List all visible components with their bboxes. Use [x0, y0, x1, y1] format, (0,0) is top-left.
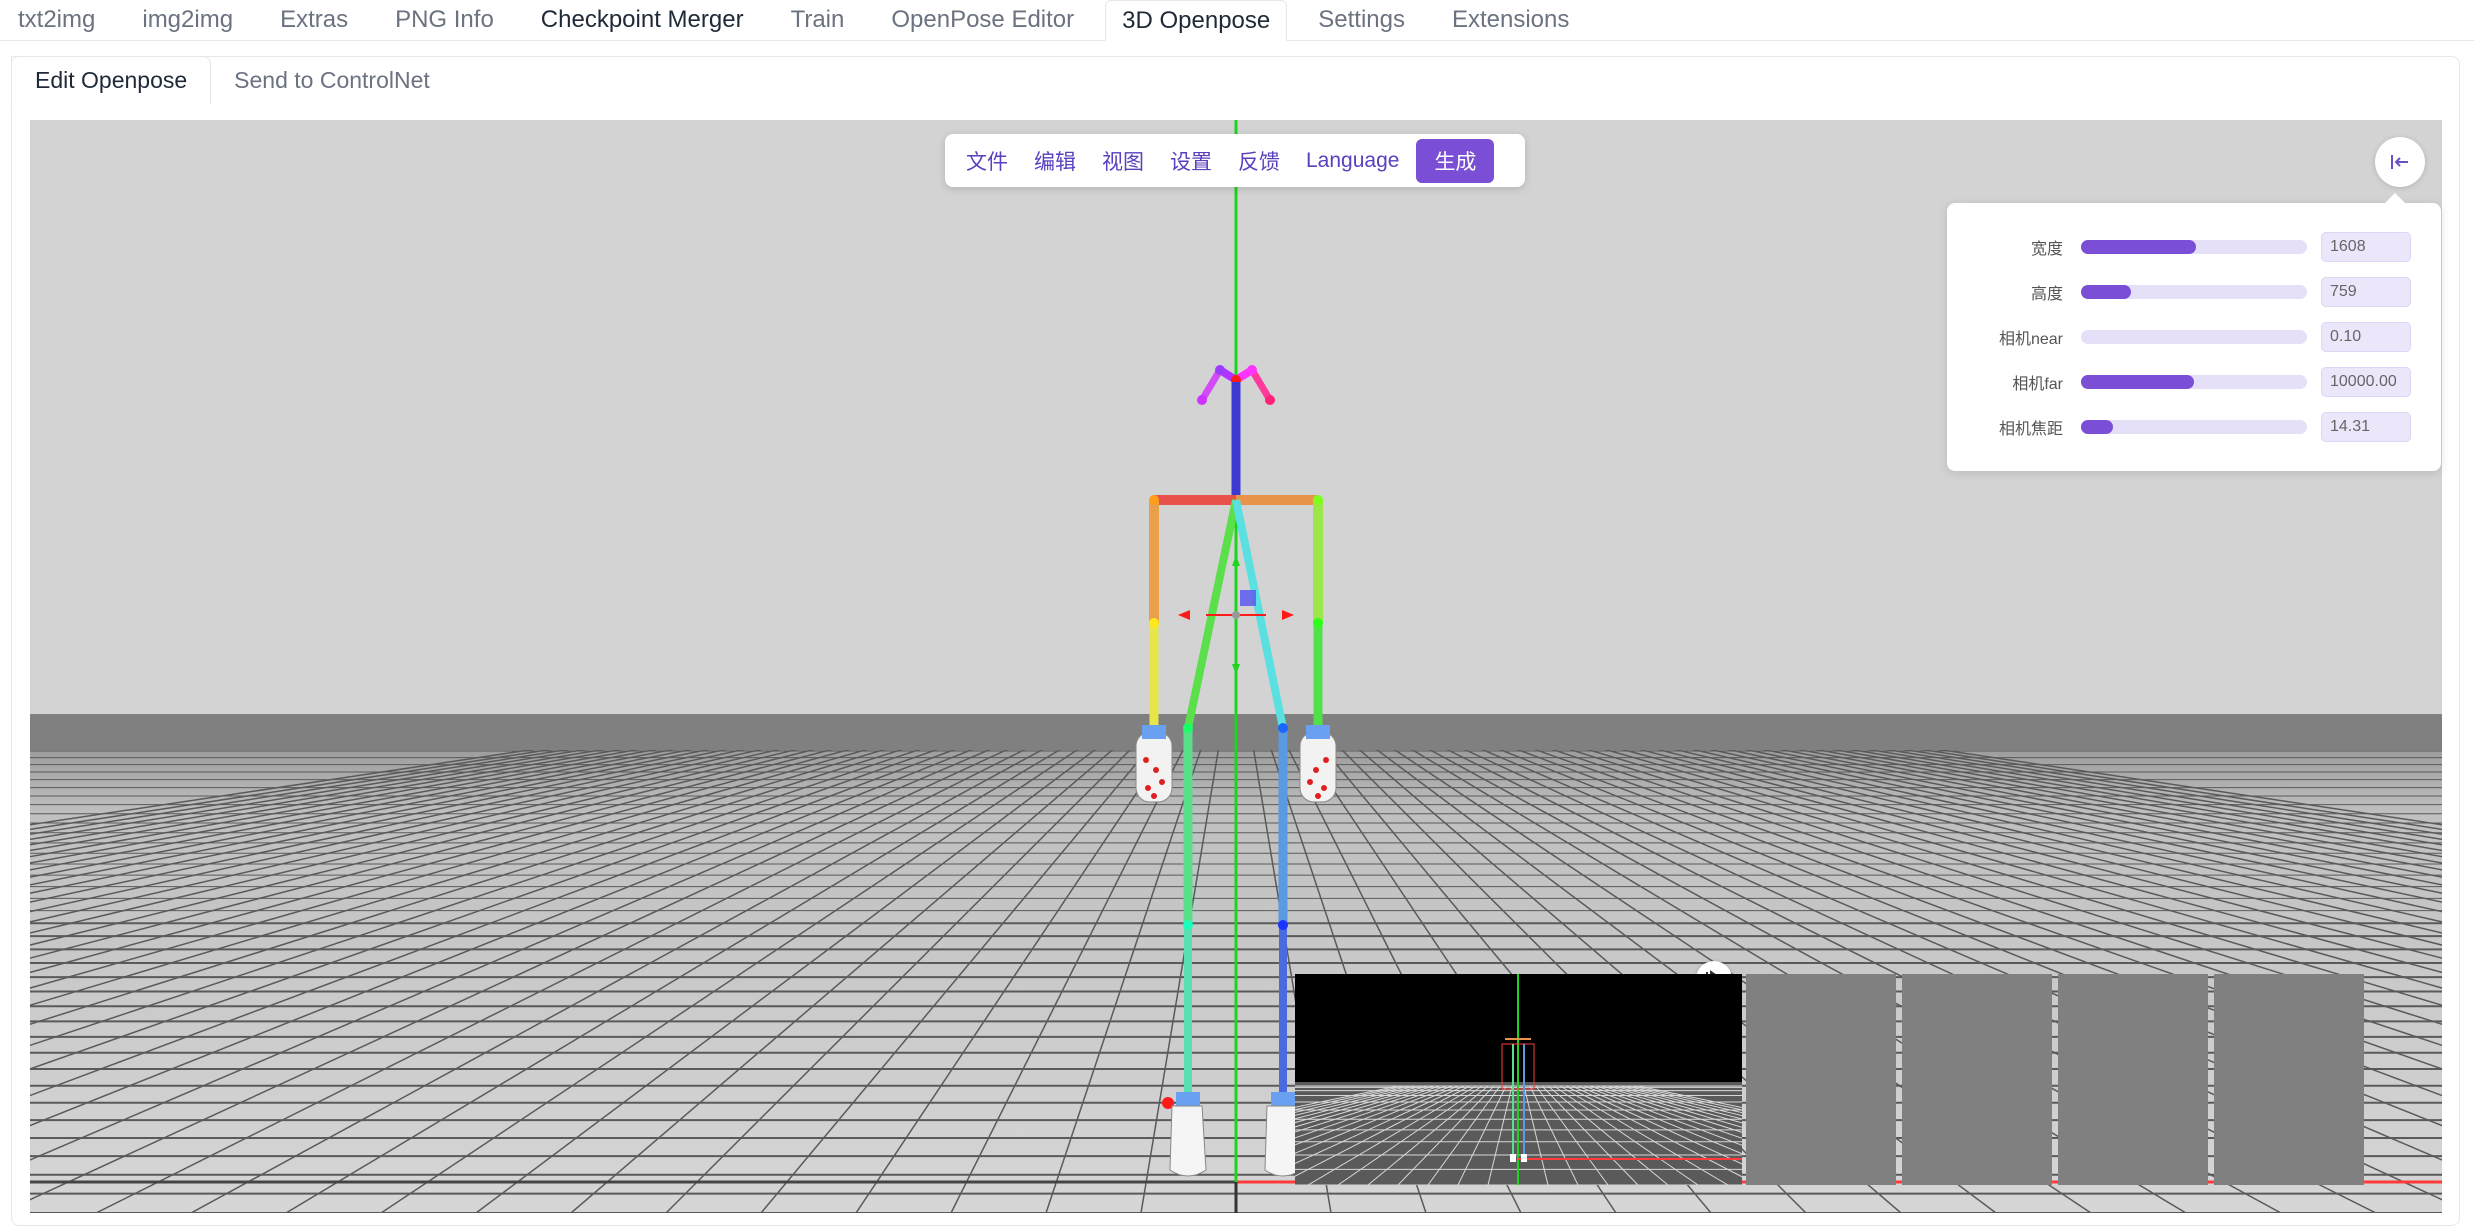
tab-extensions[interactable]: Extensions — [1436, 0, 1585, 40]
sub-tab-bar: Edit Openpose Send to ControlNet — [11, 56, 453, 105]
tab-checkpoint-merger[interactable]: Checkpoint Merger — [525, 0, 760, 40]
setting-label: 相机near — [1998, 331, 2063, 348]
camera-focal-input[interactable]: 14.31 — [2321, 412, 2411, 442]
setting-label: 相机far — [2012, 376, 2063, 393]
preview-render — [1295, 974, 1742, 1185]
tab-txt2img[interactable]: txt2img — [2, 0, 111, 40]
camera-far-input[interactable]: 10000.00 — [2321, 367, 2411, 397]
camera-focal-slider[interactable] — [2081, 420, 2307, 434]
setting-camera-focal: 相机焦距 14.31 — [1947, 411, 2441, 442]
menu-settings[interactable]: 设置 — [1157, 139, 1225, 183]
menu-view[interactable]: 视图 — [1089, 139, 1157, 183]
generate-button[interactable]: 生成 — [1416, 138, 1495, 183]
editor-menu-bar: 文件 编辑 视图 设置 反馈 Language 生成 — [945, 134, 1525, 187]
pose-preview-canny[interactable] — [2058, 974, 2208, 1185]
menu-feedback[interactable]: 反馈 — [1225, 139, 1293, 183]
camera-near-slider[interactable] — [2081, 330, 2307, 344]
tab-img2img[interactable]: img2img — [126, 0, 249, 40]
tab-openpose-editor[interactable]: OpenPose Editor — [875, 0, 1090, 40]
tab-png-info[interactable]: PNG Info — [379, 0, 510, 40]
setting-camera-near: 相机near 0.10 — [1947, 321, 2441, 352]
tab-3d-openpose[interactable]: 3D Openpose — [1105, 0, 1288, 41]
pose-preview-normal[interactable] — [1902, 974, 2052, 1185]
left-hand — [1135, 725, 1173, 803]
tab-edit-openpose[interactable]: Edit Openpose — [11, 56, 212, 105]
tab-train[interactable]: Train — [775, 0, 861, 40]
setting-label: 宽度 — [2030, 241, 2063, 258]
tab-settings[interactable]: Settings — [1302, 0, 1421, 40]
tab-extras[interactable]: Extras — [264, 0, 364, 40]
menu-edit[interactable]: 编辑 — [1021, 139, 1089, 183]
setting-label: 高度 — [2030, 286, 2063, 303]
setting-camera-far: 相机far 10000.00 — [1947, 366, 2441, 397]
pose-preview-extra[interactable] — [2214, 974, 2364, 1185]
pose-preview-main[interactable] — [1295, 974, 1742, 1185]
collapse-panel-button[interactable] — [2375, 137, 2425, 187]
right-hand — [1299, 725, 1337, 803]
main-tab-bar: txt2img img2img Extras PNG Info Checkpoi… — [0, 0, 2474, 41]
pose-preview-depth[interactable] — [1746, 974, 1896, 1185]
menu-language[interactable]: Language — [1293, 139, 1412, 183]
width-slider[interactable] — [2081, 240, 2307, 254]
camera-settings-panel: 宽度 1608 高度 759 相机near 0.10 相机far 10000.0… — [1947, 193, 2441, 471]
tab-send-to-controlnet[interactable]: Send to ControlNet — [211, 56, 453, 105]
camera-far-slider[interactable] — [2081, 375, 2307, 389]
menu-file[interactable]: 文件 — [953, 139, 1021, 183]
height-slider[interactable] — [2081, 285, 2307, 299]
collapse-left-icon — [2391, 155, 2408, 169]
height-input[interactable]: 759 — [2321, 277, 2411, 307]
camera-near-input[interactable]: 0.10 — [2321, 322, 2411, 352]
setting-height: 高度 759 — [1947, 276, 2441, 307]
width-input[interactable]: 1608 — [2321, 232, 2411, 262]
setting-label: 相机焦距 — [1998, 421, 2063, 438]
setting-width: 宽度 1608 — [1947, 231, 2441, 262]
